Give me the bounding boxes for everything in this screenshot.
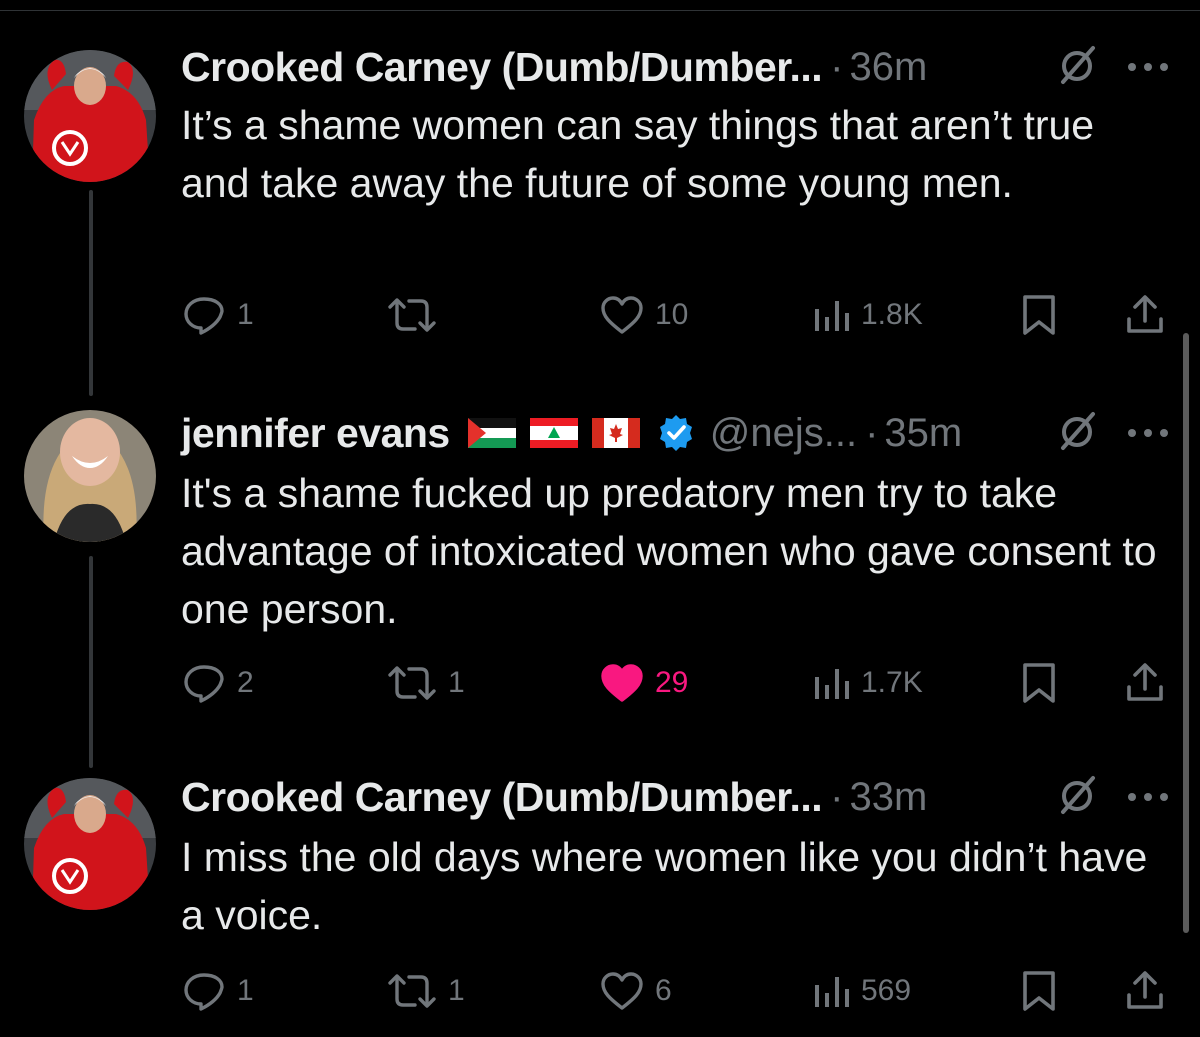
tweet-text: It’s a shame women can say things that a…	[181, 102, 1095, 206]
share-button[interactable]	[1125, 966, 1165, 1016]
more-icon[interactable]	[1126, 60, 1170, 78]
user-handle[interactable]: @nejs...	[710, 411, 857, 456]
tweet-header: Crooked Carney (Dumb/Dumber... · 33m	[181, 768, 1171, 826]
separator: ·	[830, 44, 844, 89]
top-divider	[0, 10, 1200, 11]
reply-count: 1	[237, 298, 254, 331]
grok-icon[interactable]	[1055, 44, 1099, 93]
repost-count: 1	[448, 974, 465, 1007]
repost-button[interactable]: 1	[386, 966, 465, 1016]
repost-icon	[388, 298, 436, 332]
reply-count: 1	[237, 974, 254, 1007]
grok-icon[interactable]	[1055, 774, 1099, 823]
avatar-image	[24, 410, 156, 542]
share-button[interactable]	[1125, 658, 1165, 708]
avatar[interactable]	[24, 778, 156, 910]
more-icon[interactable]	[1126, 426, 1170, 444]
palestine-flag-icon	[467, 418, 516, 448]
view-count: 1.8K	[861, 298, 923, 331]
bookmark-button[interactable]	[1019, 290, 1059, 340]
grok-icon[interactable]	[1055, 410, 1099, 459]
like-count: 10	[655, 298, 689, 331]
timestamp[interactable]: 35m	[884, 411, 962, 456]
like-button[interactable]: 29	[599, 658, 688, 708]
reply-icon	[184, 973, 224, 1011]
avatar-image	[24, 778, 156, 910]
bookmark-icon	[1023, 295, 1055, 335]
reply-icon	[184, 297, 224, 335]
tweet-header: jennifer evans @nejs... · 35m	[181, 404, 1171, 462]
bookmark-button[interactable]	[1019, 966, 1059, 1016]
repost-button[interactable]	[386, 290, 448, 340]
more-icon[interactable]	[1126, 790, 1170, 808]
display-name[interactable]: jennifer evans	[181, 410, 450, 457]
like-count: 29	[655, 666, 689, 699]
separator: ·	[865, 410, 879, 455]
repost-count: 1	[448, 666, 465, 699]
share-icon	[1127, 971, 1163, 1009]
action-bar: 1 1 6 569	[181, 966, 1171, 1016]
avatar-image	[24, 50, 156, 182]
separator: ·	[830, 774, 844, 819]
flag-emojis	[467, 418, 640, 448]
like-button[interactable]: 6	[599, 966, 672, 1016]
tweet-text: It's a shame fucked up predatory men try…	[181, 470, 1157, 632]
bookmark-button[interactable]	[1019, 658, 1059, 708]
bookmark-icon	[1023, 663, 1055, 703]
lebanon-flag-icon	[529, 418, 578, 448]
repost-icon	[388, 666, 436, 700]
views-button[interactable]: 1.8K	[811, 290, 923, 340]
heart-icon	[601, 664, 643, 702]
timestamp[interactable]: 36m	[849, 45, 927, 90]
share-icon	[1127, 663, 1163, 701]
reply-button[interactable]: 1	[181, 290, 254, 340]
canada-flag-icon	[591, 418, 640, 448]
views-button[interactable]: 1.7K	[811, 658, 923, 708]
heart-icon	[601, 296, 643, 334]
heart-icon	[601, 972, 643, 1010]
tweet[interactable]: Crooked Carney (Dumb/Dumber... · 33m I m…	[0, 768, 1200, 1036]
views-icon	[815, 669, 849, 699]
action-bar: 1 10 1.8K	[181, 290, 1171, 340]
like-count: 6	[655, 974, 672, 1007]
view-count: 569	[861, 974, 912, 1007]
share-button[interactable]	[1125, 290, 1165, 340]
reply-icon	[184, 665, 224, 703]
verified-badge-icon[interactable]	[656, 413, 696, 453]
reply-button[interactable]: 1	[181, 966, 254, 1016]
tweet-text: I miss the old days where women like you…	[181, 834, 1148, 938]
avatar[interactable]	[24, 50, 156, 182]
avatar[interactable]	[24, 410, 156, 542]
tweet[interactable]: Crooked Carney (Dumb/Dumber... · 36m It’…	[0, 38, 1200, 348]
tweet-header: Crooked Carney (Dumb/Dumber... · 36m	[181, 38, 1171, 96]
views-icon	[815, 977, 849, 1007]
like-button[interactable]: 10	[599, 290, 688, 340]
views-button[interactable]: 569	[811, 966, 911, 1016]
display-name[interactable]: Crooked Carney (Dumb/Dumber...	[181, 44, 823, 91]
reply-count: 2	[237, 666, 254, 699]
bookmark-icon	[1023, 971, 1055, 1011]
repost-icon	[388, 974, 436, 1008]
views-icon	[815, 301, 849, 331]
timestamp[interactable]: 33m	[849, 775, 927, 820]
display-name[interactable]: Crooked Carney (Dumb/Dumber...	[181, 774, 823, 821]
tweet[interactable]: jennifer evans @nejs... · 35m It's a sha…	[0, 404, 1200, 734]
scrollbar[interactable]	[1183, 333, 1189, 933]
reply-button[interactable]: 2	[181, 658, 254, 708]
repost-button[interactable]: 1	[386, 658, 465, 708]
view-count: 1.7K	[861, 666, 923, 699]
share-icon	[1127, 295, 1163, 333]
action-bar: 2 1 29 1.7K	[181, 658, 1171, 708]
